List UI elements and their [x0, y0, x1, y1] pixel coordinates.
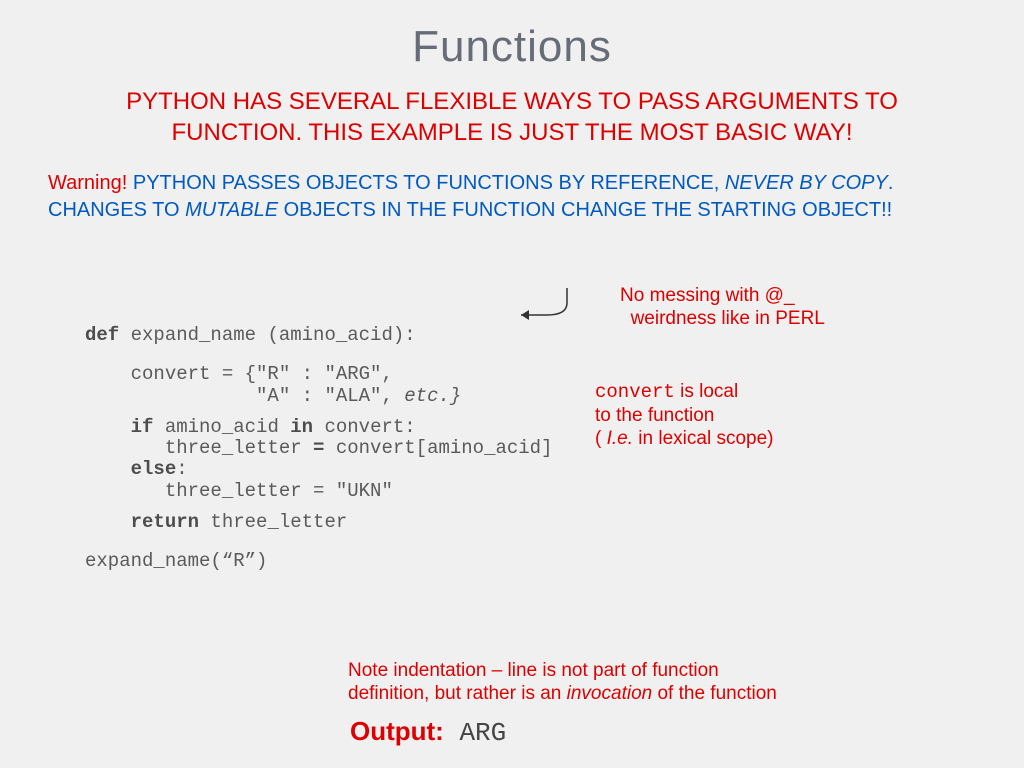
code-block: def expand_name (amino_acid): convert = …: [85, 325, 553, 572]
slide-title: Functions: [0, 0, 1024, 72]
output-line: Output: ARG: [350, 716, 506, 748]
annotation-convert-scope: convert is local to the function ( I.e. …: [595, 380, 773, 451]
warning-label: Warning!: [48, 172, 127, 194]
warning-text: Warning! PYTHON PASSES OBJECTS TO FUNCTI…: [0, 148, 1024, 224]
annotation-indentation: Note indentation – line is not part of f…: [348, 659, 777, 705]
annotation-perl: No messing with @_ weirdness like in PER…: [620, 284, 825, 330]
slide-subtitle: PYTHON HAS SEVERAL FLEXIBLE WAYS TO PASS…: [0, 72, 1024, 148]
